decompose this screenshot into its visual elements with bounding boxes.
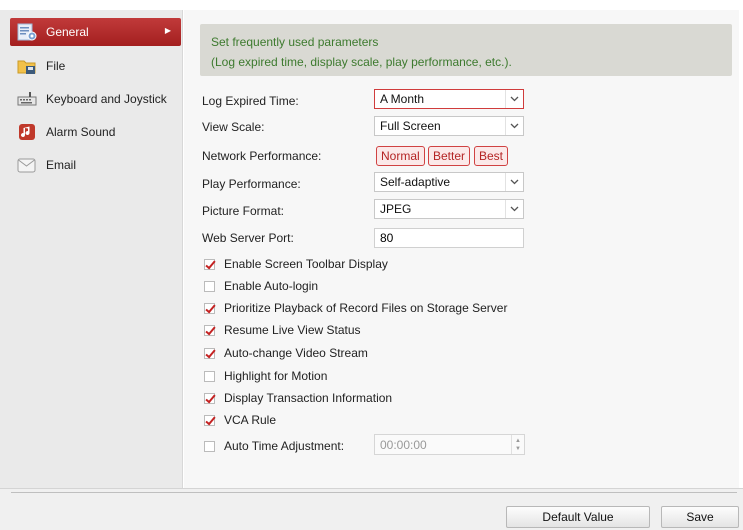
checkbox-label: Enable Screen Toolbar Display bbox=[224, 257, 388, 271]
checkbox-label: Resume Live View Status bbox=[224, 323, 361, 337]
alarm-sound-icon bbox=[16, 122, 38, 142]
keyboard-icon bbox=[16, 89, 38, 109]
checkbox-label: Auto Time Adjustment: bbox=[224, 439, 345, 453]
sidebar-item-label: Email bbox=[46, 158, 77, 172]
network-performance-label: Network Performance: bbox=[202, 149, 322, 163]
banner-line-2: (Log expired time, display scale, play p… bbox=[211, 55, 512, 69]
window-top-strip bbox=[0, 0, 743, 10]
checkbox[interactable] bbox=[204, 324, 215, 336]
default-value-button[interactable]: Default Value bbox=[506, 506, 650, 528]
view-scale-value: Full Screen bbox=[380, 119, 441, 133]
sidebar-item-keyboard-joystick[interactable]: Keyboard and Joystick bbox=[10, 85, 181, 113]
checkbox-row-transaction-info[interactable]: Display Transaction Information bbox=[204, 390, 392, 406]
caret-right-icon: ▶ bbox=[164, 26, 171, 35]
play-performance-value: Self-adaptive bbox=[380, 175, 451, 189]
sidebar-item-alarm-sound[interactable]: Alarm Sound bbox=[10, 118, 181, 146]
spin-down-icon[interactable]: ▼ bbox=[515, 445, 521, 453]
checkbox[interactable] bbox=[204, 440, 215, 452]
picture-format-value: JPEG bbox=[380, 202, 412, 216]
chevron-down-icon bbox=[505, 90, 523, 108]
checkbox-row-auto-login[interactable]: Enable Auto-login bbox=[204, 278, 318, 294]
save-button[interactable]: Save bbox=[661, 506, 739, 528]
auto-time-input[interactable]: 00:00:00 ▲ ▼ bbox=[374, 434, 525, 455]
checkbox-row-screen-toolbar[interactable]: Enable Screen Toolbar Display bbox=[204, 256, 388, 272]
web-server-port-input[interactable] bbox=[374, 228, 524, 248]
checkbox-row-vca-rule[interactable]: VCA Rule bbox=[204, 412, 276, 428]
email-icon bbox=[16, 155, 38, 175]
checkbox-row-auto-time-adjustment[interactable]: Auto Time Adjustment: bbox=[204, 438, 344, 454]
checkbox[interactable] bbox=[204, 258, 215, 270]
network-best-button[interactable]: Best bbox=[474, 146, 509, 166]
log-expired-value: A Month bbox=[380, 92, 425, 106]
spinner-arrows-icon[interactable]: ▲ ▼ bbox=[511, 435, 524, 454]
checkbox-row-resume-live-view[interactable]: Resume Live View Status bbox=[204, 322, 361, 338]
checkbox[interactable] bbox=[204, 370, 215, 382]
web-server-port-label: Web Server Port: bbox=[202, 231, 294, 245]
network-better-button[interactable]: Better bbox=[428, 146, 471, 166]
view-scale-select[interactable]: Full Screen bbox=[374, 116, 524, 136]
checkbox-label: Display Transaction Information bbox=[224, 391, 393, 405]
chevron-down-icon bbox=[505, 117, 523, 135]
picture-format-select[interactable]: JPEG bbox=[374, 199, 524, 219]
checkbox-row-prioritize-playback[interactable]: Prioritize Playback of Record Files on S… bbox=[204, 300, 507, 316]
divider bbox=[11, 492, 737, 493]
sidebar-item-label: General bbox=[46, 25, 89, 39]
chevron-down-icon bbox=[505, 200, 523, 218]
general-settings-panel: Set frequently used parameters (Log expi… bbox=[184, 10, 739, 488]
auto-time-value: 00:00:00 bbox=[380, 438, 427, 452]
checkbox[interactable] bbox=[204, 392, 215, 404]
info-banner: Set frequently used parameters (Log expi… bbox=[200, 24, 732, 76]
checkbox-row-auto-change-stream[interactable]: Auto-change Video Stream bbox=[204, 345, 368, 361]
sidebar-item-label: Alarm Sound bbox=[46, 125, 116, 139]
checkbox[interactable] bbox=[204, 414, 215, 426]
sidebar-item-general[interactable]: General ▶ bbox=[10, 18, 181, 46]
checkbox-label: VCA Rule bbox=[224, 413, 277, 427]
checkbox[interactable] bbox=[204, 302, 215, 314]
log-expired-label: Log Expired Time: bbox=[202, 94, 299, 108]
chevron-down-icon bbox=[505, 173, 523, 191]
picture-format-label: Picture Format: bbox=[202, 204, 285, 218]
play-performance-label: Play Performance: bbox=[202, 177, 301, 191]
view-scale-label: View Scale: bbox=[202, 120, 265, 134]
checkbox-label: Auto-change Video Stream bbox=[224, 346, 368, 360]
general-settings-icon bbox=[16, 22, 38, 42]
checkbox[interactable] bbox=[204, 280, 215, 292]
sidebar-item-email[interactable]: Email bbox=[10, 151, 181, 179]
checkbox-label: Prioritize Playback of Record Files on S… bbox=[224, 301, 508, 315]
play-performance-select[interactable]: Self-adaptive bbox=[374, 172, 524, 192]
sidebar-item-label: File bbox=[46, 59, 66, 73]
spin-up-icon[interactable]: ▲ bbox=[515, 437, 521, 445]
checkbox-row-highlight-motion[interactable]: Highlight for Motion bbox=[204, 368, 327, 384]
settings-sidebar: General ▶ File Keyboard and Joystick Ala… bbox=[0, 10, 183, 488]
network-normal-button[interactable]: Normal bbox=[376, 146, 425, 166]
checkbox-label: Enable Auto-login bbox=[224, 279, 319, 293]
checkbox-label: Highlight for Motion bbox=[224, 369, 328, 383]
folder-icon bbox=[16, 56, 38, 76]
log-expired-select[interactable]: A Month bbox=[374, 89, 524, 109]
checkbox[interactable] bbox=[204, 347, 215, 359]
sidebar-item-label: Keyboard and Joystick bbox=[46, 92, 167, 106]
banner-line-1: Set frequently used parameters bbox=[211, 35, 379, 49]
sidebar-item-file[interactable]: File bbox=[10, 52, 181, 80]
